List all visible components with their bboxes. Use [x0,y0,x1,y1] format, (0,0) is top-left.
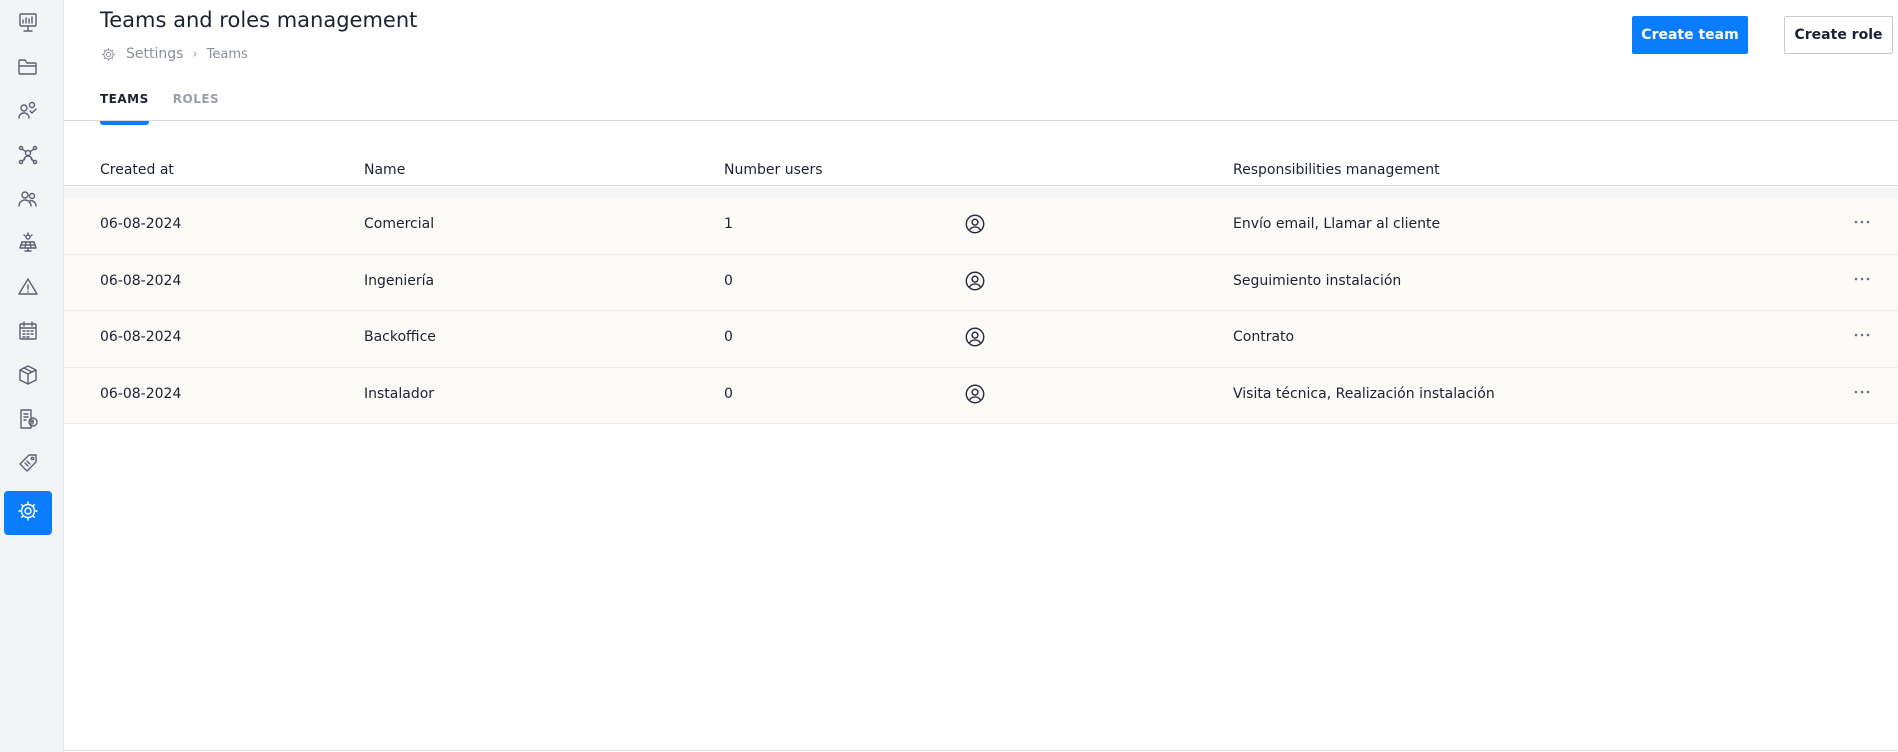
more-options-icon[interactable] [1850,267,1874,291]
user-circle-icon[interactable] [964,326,986,348]
breadcrumb-current: Teams [206,46,248,62]
breadcrumb-separator: › [192,46,198,62]
cell-created-at: 06-08-2024 [100,272,182,289]
calendar-icon [16,319,40,347]
settings-icon [100,46,117,63]
dashboard-icon [16,11,40,39]
cell-responsibilities: Visita técnica, Realización instalación [1233,385,1495,402]
bottom-divider [64,750,1898,751]
sidebar-item-network[interactable] [4,135,52,179]
sidebar-item-invoices[interactable] [4,399,52,443]
more-options-icon[interactable] [1850,380,1874,404]
cell-created-at: 06-08-2024 [100,216,182,232]
breadcrumb: Settings › Teams [100,44,248,64]
package-icon [16,363,40,391]
cell-number-users: 0 [724,272,733,289]
user-circle-icon[interactable] [964,270,986,292]
sidebar-item-products[interactable] [4,355,52,399]
table-row[interactable]: 06-08-2024 Comercial 1 Envío email, Llam… [64,198,1898,255]
sidebar-item-dashboard[interactable] [4,3,52,47]
leads-icon [16,99,40,127]
clients-icon [16,187,40,215]
cell-created-at: 06-08-2024 [100,329,182,345]
cell-name: Comercial [364,216,435,232]
cell-name: Ingeniería [364,272,435,289]
cell-name: Backoffice [364,329,436,345]
cell-created-at: 06-08-2024 [100,385,182,402]
table-header: Created at Name Number users Responsibil… [64,158,1898,186]
table-header-band [64,187,1898,198]
column-header-created-at[interactable]: Created at [100,162,174,178]
sidebar [0,0,64,752]
cell-responsibilities: Envío email, Llamar al cliente [1233,216,1441,232]
cell-number-users: 1 [724,216,733,232]
solar-panel-icon [16,231,40,259]
more-options-icon[interactable] [1850,210,1874,234]
cell-number-users: 0 [724,385,733,402]
sidebar-item-clients[interactable] [4,179,52,223]
sidebar-item-calendar[interactable] [4,311,52,355]
user-circle-icon[interactable] [964,213,986,235]
tag-icon [16,451,40,479]
page-title: Teams and roles management [100,8,418,32]
sidebar-item-incidents[interactable] [4,267,52,311]
user-circle-icon[interactable] [964,383,986,405]
folder-icon [16,55,40,83]
create-role-button[interactable]: Create role [1784,16,1893,54]
create-team-button[interactable]: Create team [1632,16,1748,54]
breadcrumb-settings-link[interactable]: Settings [126,46,183,62]
column-header-responsibilities[interactable]: Responsibilities management [1233,162,1440,178]
column-header-number-users[interactable]: Number users [724,162,823,178]
cell-responsibilities: Contrato [1233,329,1295,345]
network-icon [16,143,40,171]
warning-icon [16,275,40,303]
column-header-name[interactable]: Name [364,162,405,178]
sidebar-item-projects[interactable] [4,47,52,91]
table-row[interactable]: 06-08-2024 Backoffice 0 Contrato [64,311,1898,368]
teams-table-body: 06-08-2024 Comercial 1 Envío email, Llam… [64,198,1898,424]
more-options-icon[interactable] [1850,323,1874,347]
cell-responsibilities: Seguimiento instalación [1233,272,1402,289]
cell-number-users: 0 [724,329,733,345]
tabs-divider [64,120,1898,121]
sidebar-item-pricing[interactable] [4,443,52,487]
table-row[interactable]: 06-08-2024 Instalador 0 Visita técnica, … [64,367,1898,424]
sidebar-item-settings[interactable] [4,491,52,535]
cell-name: Instalador [364,385,435,402]
sidebar-item-leads[interactable] [4,91,52,135]
settings-icon [16,499,40,527]
invoice-icon [16,407,40,435]
sidebar-item-solar[interactable] [4,223,52,267]
table-row[interactable]: 06-08-2024 Ingeniería 0 Seguimiento inst… [64,254,1898,311]
